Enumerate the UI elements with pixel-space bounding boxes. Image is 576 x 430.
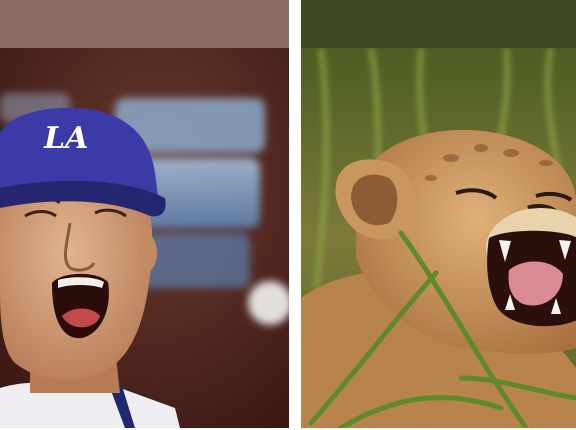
- left-top-band: [0, 0, 289, 48]
- left-photo-panel: LA: [0, 0, 289, 428]
- cap-logo: LA: [43, 121, 88, 156]
- right-photo-panel: [301, 0, 576, 428]
- image-divider: [289, 0, 301, 430]
- right-top-band: [301, 0, 576, 48]
- baseball-player-photo: LA: [0, 48, 289, 428]
- lion-cub-photo: [301, 48, 576, 428]
- ear: [139, 235, 157, 271]
